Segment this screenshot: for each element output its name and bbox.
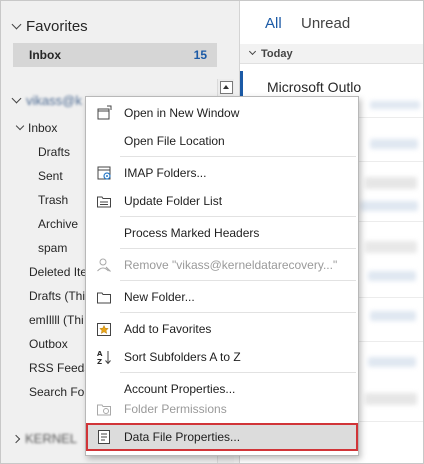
blurred-message-preview: [368, 357, 416, 367]
menu-separator: [120, 312, 356, 313]
menu-item-update-folder-list[interactable]: Update Folder List: [86, 187, 358, 215]
chevron-down-icon: [15, 121, 25, 131]
folder-rss-feeds[interactable]: RSS Feeds: [29, 361, 90, 375]
folder-drafts-this-computer[interactable]: Drafts (Thi: [29, 289, 85, 303]
blurred-message-preview: [360, 201, 418, 211]
menu-separator: [120, 372, 356, 373]
star-folder-icon: [97, 323, 111, 336]
folder-search-folders[interactable]: Search Fold: [29, 385, 94, 399]
account-name: vikass@k: [26, 93, 82, 108]
blurred-message-preview: [365, 393, 417, 405]
menu-label: Process Marked Headers: [124, 226, 260, 240]
menu-item-process-marked-headers[interactable]: Process Marked Headers: [86, 219, 358, 247]
chevron-right-icon: [11, 434, 21, 443]
menu-label: Account Properties...: [124, 382, 236, 396]
menu-item-add-to-favorites[interactable]: Add to Favorites: [86, 315, 358, 343]
chevron-down-icon: [11, 19, 22, 30]
menu-item-sort-subfolders[interactable]: A Z Sort Subfolders A to Z: [86, 343, 358, 371]
folder-inbox[interactable]: Inbox: [15, 121, 58, 135]
svg-text:A: A: [97, 350, 103, 358]
menu-separator: [120, 248, 356, 249]
blurred-message-preview: [370, 139, 418, 149]
folder-outbox[interactable]: Outbox: [29, 337, 68, 351]
imap-folders-icon: [97, 166, 111, 180]
new-folder-icon: [97, 292, 111, 304]
tab-all[interactable]: All: [265, 15, 282, 32]
account-header[interactable]: vikass@k: [11, 93, 82, 108]
menu-separator: [120, 216, 356, 217]
menu-label: IMAP Folders...: [124, 166, 207, 180]
menu-label: Open in New Window: [124, 106, 240, 120]
folder-trash[interactable]: Trash: [38, 193, 68, 207]
unread-count: 15: [193, 48, 207, 62]
blurred-message-preview: [370, 101, 420, 109]
new-window-icon: [97, 105, 112, 120]
favorites-header[interactable]: Favorites: [11, 18, 88, 35]
data-file-properties-icon: [98, 430, 110, 444]
blurred-message-preview: [365, 177, 417, 189]
folder-emllll[interactable]: emIllll (Thi: [29, 313, 84, 327]
sort-az-icon: A Z: [97, 350, 111, 365]
chevron-down-icon: [248, 47, 257, 56]
svg-text:Z: Z: [97, 358, 102, 365]
blurred-message-preview: [365, 241, 417, 253]
menu-label: New Folder...: [124, 290, 195, 304]
menu-separator: [120, 156, 356, 157]
menu-item-folder-permissions[interactable]: Folder Permissions: [86, 395, 358, 423]
favorites-inbox[interactable]: Inbox 15: [13, 43, 217, 67]
blurred-message-preview: [370, 311, 416, 321]
menu-item-remove-account[interactable]: Remove "vikass@kerneldatarecovery...": [86, 251, 358, 279]
menu-item-data-file-properties[interactable]: Data File Properties...: [86, 423, 358, 451]
menu-label: Open File Location: [124, 134, 225, 148]
menu-item-new-folder[interactable]: New Folder...: [86, 283, 358, 311]
blurred-message-preview: [368, 271, 416, 281]
second-account-name: KERNEL: [25, 431, 78, 446]
menu-item-open-file-location[interactable]: Open File Location: [86, 127, 358, 155]
folder-sent[interactable]: Sent: [38, 169, 63, 183]
second-account-header[interactable]: KERNEL: [11, 431, 78, 446]
folder-inbox-label: Inbox: [28, 121, 58, 135]
message-sender: Microsoft Outlo: [267, 79, 362, 95]
remove-person-icon: [97, 258, 111, 272]
folder-spam[interactable]: spam: [38, 241, 67, 255]
folder-list-icon: [97, 196, 111, 208]
group-header-today[interactable]: Today: [240, 44, 423, 64]
group-today-label: Today: [261, 47, 293, 60]
folder-context-menu: Open in New Window Open File Location IM…: [85, 96, 359, 456]
menu-label: Sort Subfolders A to Z: [124, 350, 241, 364]
outlook-window: Favorites Inbox 15 vikass@k Inbox Drafts…: [0, 0, 424, 464]
folder-permissions-icon: [97, 404, 111, 416]
menu-label: Folder Permissions: [124, 402, 227, 416]
menu-label: Remove "vikass@kerneldatarecovery...": [124, 258, 338, 272]
scroll-up-arrow-icon[interactable]: [220, 81, 233, 94]
menu-item-imap-folders[interactable]: IMAP Folders...: [86, 159, 358, 187]
favorites-inbox-label: Inbox: [29, 48, 61, 62]
menu-label: Add to Favorites: [124, 322, 212, 336]
menu-separator: [120, 280, 356, 281]
folder-drafts[interactable]: Drafts: [38, 145, 70, 159]
folder-archive[interactable]: Archive: [38, 217, 78, 231]
favorites-label: Favorites: [26, 18, 88, 35]
tab-unread[interactable]: Unread: [301, 15, 350, 32]
chevron-down-icon: [11, 93, 22, 104]
folder-deleted-items[interactable]: Deleted Ite: [29, 265, 87, 279]
menu-label: Data File Properties...: [124, 430, 241, 444]
menu-label: Update Folder List: [124, 194, 223, 208]
menu-item-open-new-window[interactable]: Open in New Window: [86, 99, 358, 127]
